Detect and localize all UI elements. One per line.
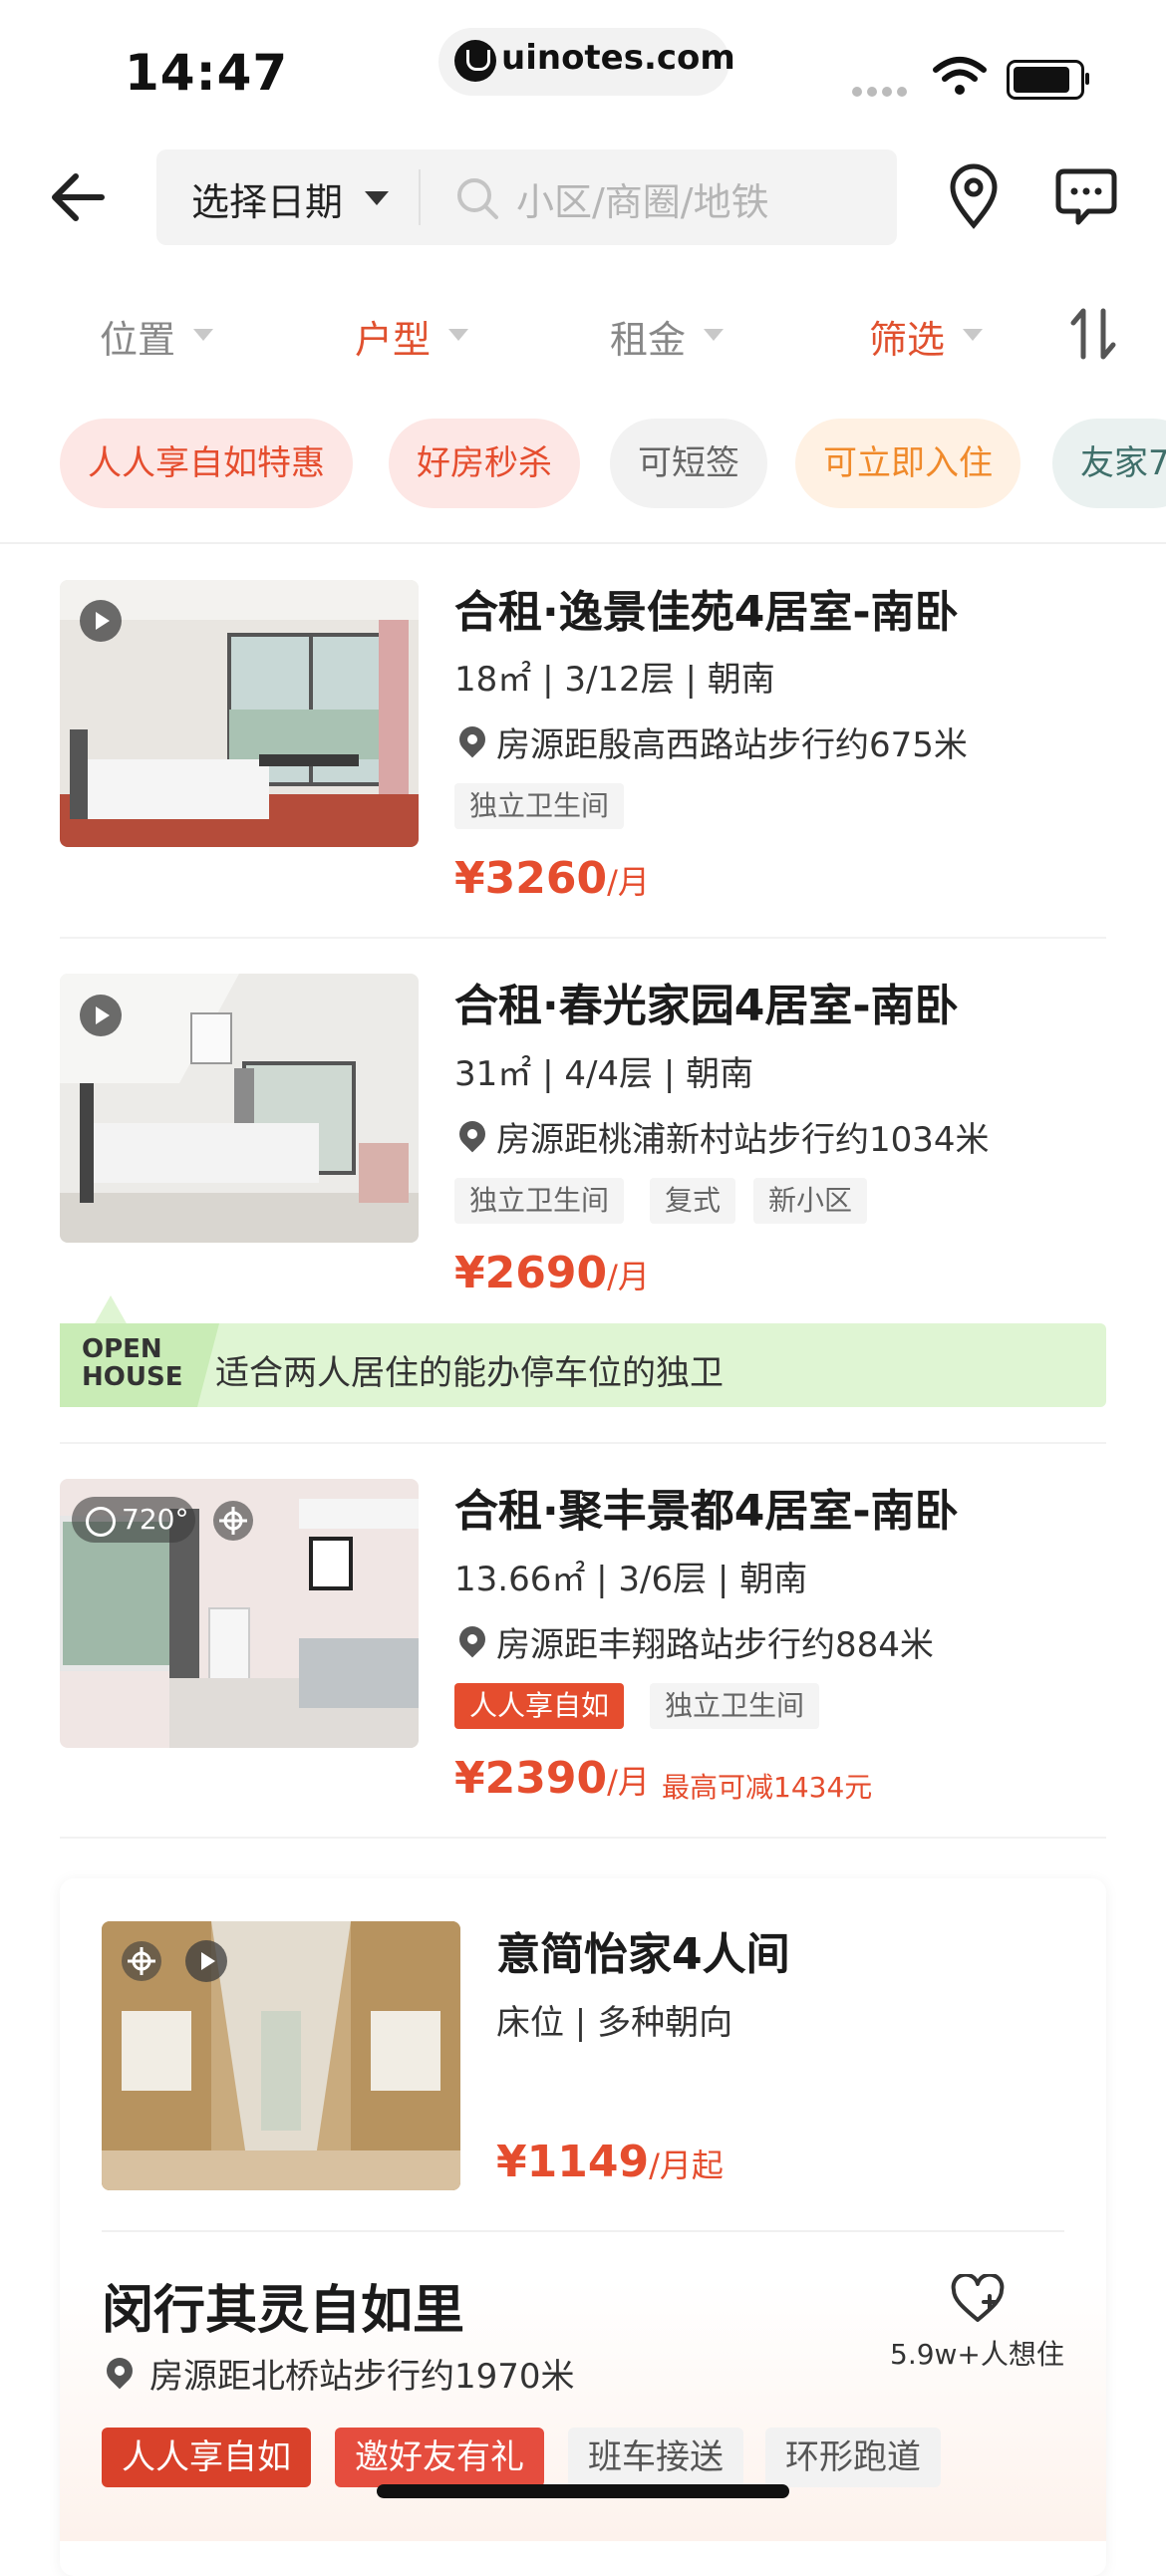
date-picker-label[interactable]: 选择日期 (191, 171, 343, 226)
status-time: 14:47 (125, 44, 289, 102)
filter-tab-layout[interactable]: 户型 (355, 309, 431, 364)
listing-tag: 独立卫生间 (650, 1683, 820, 1729)
panorama-icon (86, 1507, 116, 1537)
back-arrow-icon[interactable] (50, 171, 106, 223)
video-icon (80, 600, 122, 642)
battery-icon (1007, 60, 1089, 100)
sort-icon[interactable] (1070, 307, 1116, 361)
location-pin-icon (453, 1115, 491, 1153)
chip-promo[interactable]: 人人享自如特惠 (60, 419, 353, 508)
listing-title[interactable]: 合租·春光家园4居室-南卧 (454, 970, 959, 1033)
card-tag: 人人享自如 (102, 2428, 311, 2487)
card-tag: 邀好友有礼 (335, 2428, 544, 2487)
community-name[interactable]: 闵行其灵自如里 (102, 2268, 464, 2343)
openhouse-label: OPEN HOUSE (82, 1334, 183, 1392)
listing-tag: 独立卫生间 (454, 783, 625, 829)
chevron-down-icon[interactable] (365, 191, 389, 205)
filter-tab-location[interactable]: 位置 (100, 309, 175, 364)
listing-tag: 独立卫生间 (454, 1178, 625, 1224)
listing-tag: 人人享自如 (454, 1683, 625, 1729)
chevron-down-icon (193, 329, 213, 341)
row-divider (60, 1442, 1106, 1444)
row-divider (60, 1837, 1106, 1839)
card-price: ¥1149/月起 (496, 2137, 724, 2187)
map-pin-icon[interactable] (949, 163, 999, 229)
listing-title[interactable]: 合租·逸景佳苑4居室-南卧 (454, 576, 959, 640)
header-divider (0, 542, 1166, 544)
chip-flash-sale[interactable]: 好房秒杀 (389, 419, 580, 508)
message-icon[interactable] (1054, 167, 1118, 227)
location-pin-icon (453, 720, 491, 758)
site-logo-icon (454, 40, 496, 82)
chevron-down-icon (963, 329, 983, 341)
openhouse-text: 适合两人居住的能办停车位的独卫 (215, 1353, 724, 1393)
search-icon (457, 178, 498, 219)
listing-price: ¥2390/月 (454, 1753, 650, 1804)
card-spec: 床位 | 多种朝向 (496, 2003, 733, 2043)
signal-icon (852, 82, 912, 101)
card-tag: 班车接送 (568, 2428, 743, 2487)
location-pin-icon (453, 1620, 491, 1658)
community-location: 房源距北桥站步行约1970米 (149, 2357, 575, 2397)
listing-spec: 13.66㎡ | 3/6层 | 朝南 (454, 1560, 808, 1599)
search-input[interactable]: 小区/商圈/地铁 (516, 171, 769, 226)
filter-tab-more[interactable]: 筛选 (869, 309, 945, 364)
listing-tag: 新小区 (753, 1178, 868, 1224)
listing-title[interactable]: 合租·聚丰景都4居室-南卧 (454, 1475, 959, 1539)
row-divider (60, 937, 1106, 939)
video-icon (80, 995, 122, 1036)
video-icon (185, 1940, 227, 1982)
vr-label: 720° (122, 1503, 189, 1536)
openhouse-pointer (94, 1295, 128, 1325)
listing-spec: 31㎡ | 4/4层 | 朝南 (454, 1054, 754, 1094)
url-text: uinotes.com (501, 38, 735, 78)
filter-tab-rent[interactable]: 租金 (610, 309, 686, 364)
listing-location: 房源距桃浦新村站步行约1034米 (496, 1120, 990, 1160)
3d-view-icon (122, 1941, 161, 1981)
listing-tag: 复式 (650, 1178, 736, 1224)
card-title[interactable]: 意简怡家4人间 (496, 1918, 790, 1982)
chip-short-lease[interactable]: 可短签 (610, 419, 767, 508)
heart-icon[interactable] (950, 2274, 1006, 2326)
want-count: 5.9w+人想住 (890, 2338, 1064, 2371)
3d-view-icon (213, 1501, 253, 1541)
listing-location: 房源距丰翔路站步行约884米 (496, 1625, 934, 1665)
home-indicator (377, 2484, 789, 2498)
discount-text: 最高可减1434元 (662, 1771, 873, 1804)
listing-location: 房源距殷高西路站步行约675米 (496, 725, 968, 765)
card-tag: 环形跑道 (765, 2428, 941, 2487)
chevron-down-icon (704, 329, 724, 341)
chip-move-in-now[interactable]: 可立即入住 (795, 419, 1020, 508)
search-divider (419, 169, 421, 225)
chip-youjia[interactable]: 友家7 (1052, 419, 1166, 508)
listing-price: ¥2690/月 (454, 1248, 650, 1298)
wifi-icon (933, 57, 987, 95)
chevron-down-icon (448, 329, 468, 341)
listing-price: ¥3260/月 (454, 853, 650, 904)
card-divider (102, 2230, 1064, 2232)
listing-spec: 18㎡ | 3/12层 | 朝南 (454, 660, 775, 700)
